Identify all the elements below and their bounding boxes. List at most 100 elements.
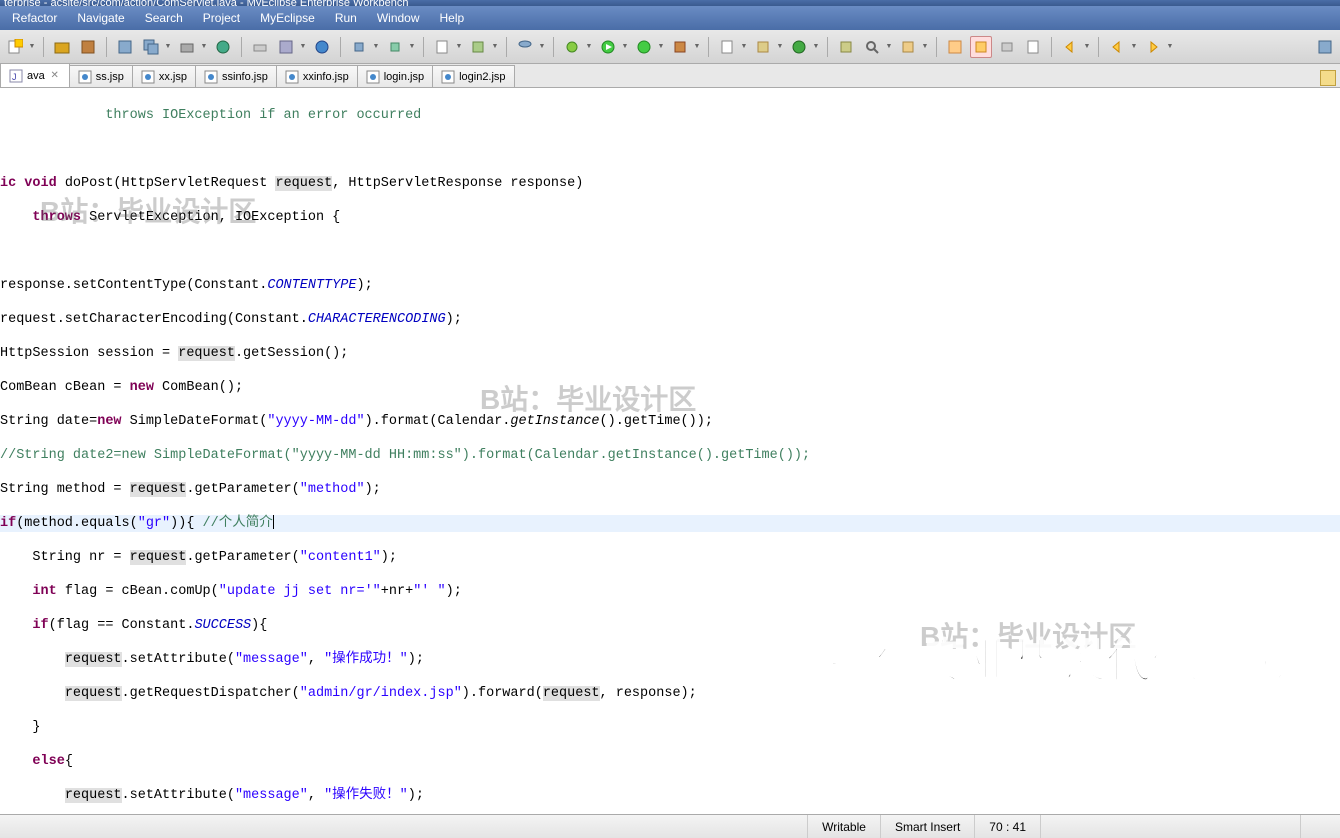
- chevron-down-icon[interactable]: ▼: [812, 36, 820, 58]
- toggle-block-icon[interactable]: [970, 36, 992, 58]
- menu-project[interactable]: Project: [193, 11, 250, 25]
- tab-java[interactable]: J ava ✕: [0, 63, 70, 87]
- editor-tab-bar: J ava ✕ ss.jsp xx.jsp ssinfo.jsp xxinfo.…: [0, 64, 1340, 88]
- deploy-icon[interactable]: [275, 36, 297, 58]
- toolbar-separator: [708, 37, 709, 57]
- menu-bar: Refactor Navigate Search Project MyEclip…: [0, 6, 1340, 30]
- chevron-down-icon[interactable]: ▼: [538, 36, 546, 58]
- new-package-icon[interactable]: [752, 36, 774, 58]
- jsp-file-icon: [78, 70, 92, 84]
- jsp-file-icon: [441, 70, 455, 84]
- external-tools-icon[interactable]: [669, 36, 691, 58]
- browser-icon[interactable]: [311, 36, 333, 58]
- toolbar-separator: [43, 37, 44, 57]
- xml-icon[interactable]: [431, 36, 453, 58]
- chevron-down-icon[interactable]: ▼: [921, 36, 929, 58]
- toolbar-separator: [423, 37, 424, 57]
- tab-login2-jsp[interactable]: login2.jsp: [432, 65, 514, 87]
- new-java-icon[interactable]: [716, 36, 738, 58]
- perspective-icon[interactable]: [1314, 36, 1336, 58]
- run-last-icon[interactable]: [633, 36, 655, 58]
- tab-login-jsp[interactable]: login.jsp: [357, 65, 433, 87]
- jsp-file-icon: [141, 70, 155, 84]
- open-type-icon[interactable]: [835, 36, 857, 58]
- menu-navigate[interactable]: Navigate: [67, 11, 134, 25]
- chevron-down-icon[interactable]: ▼: [693, 36, 701, 58]
- menu-search[interactable]: Search: [135, 11, 193, 25]
- config-icon[interactable]: [467, 36, 489, 58]
- toolbar-separator: [106, 37, 107, 57]
- chevron-down-icon[interactable]: ▼: [585, 36, 593, 58]
- server-icon[interactable]: [249, 36, 271, 58]
- status-empty: [1040, 815, 1300, 838]
- jsp-file-icon: [366, 70, 380, 84]
- chevron-down-icon[interactable]: ▼: [885, 36, 893, 58]
- chevron-down-icon[interactable]: ▼: [372, 36, 380, 58]
- chevron-down-icon[interactable]: ▼: [776, 36, 784, 58]
- tab-label: login.jsp: [384, 71, 424, 83]
- window-title: terprise - acsite/src/com/action/ComServ…: [4, 0, 409, 6]
- tab-ssinfo-jsp[interactable]: ssinfo.jsp: [195, 65, 277, 87]
- toggle-whitespace-icon[interactable]: [996, 36, 1018, 58]
- debug-icon[interactable]: [561, 36, 583, 58]
- new-class-icon[interactable]: [788, 36, 810, 58]
- chevron-down-icon[interactable]: ▼: [657, 36, 665, 58]
- back-icon[interactable]: [1059, 36, 1081, 58]
- chevron-down-icon[interactable]: ▼: [1130, 36, 1138, 58]
- toolbar-separator: [1098, 37, 1099, 57]
- maximize-icon[interactable]: [1320, 70, 1336, 86]
- toolbar-separator: [936, 37, 937, 57]
- code-editor[interactable]: throws IOException if an error occurred …: [0, 88, 1340, 816]
- tab-label: xxinfo.jsp: [303, 71, 349, 83]
- tab-label: ava: [27, 70, 45, 82]
- toolbar-separator: [340, 37, 341, 57]
- menu-window[interactable]: Window: [367, 11, 430, 25]
- toggle-mark-icon[interactable]: [1022, 36, 1044, 58]
- tool-icon[interactable]: [384, 36, 406, 58]
- main-toolbar: ▼ ▼ ▼ ▼ ▼ ▼ ▼ ▼ ▼ ▼ ▼ ▼ ▼ ▼ ▼ ▼ ▼ ▼ ▼: [0, 30, 1340, 64]
- publish-icon[interactable]: [212, 36, 234, 58]
- chevron-down-icon[interactable]: ▼: [28, 36, 36, 58]
- nav-forward-icon[interactable]: [1142, 36, 1164, 58]
- jsp-file-icon: [285, 70, 299, 84]
- menu-run[interactable]: Run: [325, 11, 367, 25]
- annotation-icon[interactable]: [897, 36, 919, 58]
- menu-help[interactable]: Help: [430, 11, 475, 25]
- open-project-icon[interactable]: [51, 36, 73, 58]
- code-line: throws IOException if an error occurred: [0, 108, 421, 123]
- chevron-down-icon[interactable]: ▼: [164, 36, 172, 58]
- chevron-down-icon[interactable]: ▼: [455, 36, 463, 58]
- nav-back-icon[interactable]: [1106, 36, 1128, 58]
- chevron-down-icon[interactable]: ▼: [1166, 36, 1174, 58]
- chevron-down-icon[interactable]: ▼: [621, 36, 629, 58]
- close-icon[interactable]: ✕: [49, 70, 61, 82]
- new-icon[interactable]: [4, 36, 26, 58]
- print-icon[interactable]: [176, 36, 198, 58]
- chevron-down-icon[interactable]: ▼: [408, 36, 416, 58]
- chevron-down-icon[interactable]: ▼: [200, 36, 208, 58]
- tab-xx-jsp[interactable]: xx.jsp: [132, 65, 196, 87]
- chevron-down-icon[interactable]: ▼: [299, 36, 307, 58]
- status-insert-mode: Smart Insert: [880, 815, 974, 838]
- tab-label: login2.jsp: [459, 71, 505, 83]
- status-trim[interactable]: [1300, 815, 1340, 838]
- toolbar-separator: [553, 37, 554, 57]
- save-icon[interactable]: [114, 36, 136, 58]
- tool-icon[interactable]: [348, 36, 370, 58]
- package-icon[interactable]: [77, 36, 99, 58]
- status-writable: Writable: [807, 815, 880, 838]
- menu-refactor[interactable]: Refactor: [2, 11, 67, 25]
- jsp-file-icon: [204, 70, 218, 84]
- tab-ss-jsp[interactable]: ss.jsp: [69, 65, 133, 87]
- chevron-down-icon[interactable]: ▼: [740, 36, 748, 58]
- toolbar-separator: [827, 37, 828, 57]
- run-icon[interactable]: [597, 36, 619, 58]
- database-icon[interactable]: [514, 36, 536, 58]
- save-all-icon[interactable]: [140, 36, 162, 58]
- chevron-down-icon[interactable]: ▼: [491, 36, 499, 58]
- chevron-down-icon[interactable]: ▼: [1083, 36, 1091, 58]
- menu-myeclipse[interactable]: MyEclipse: [250, 11, 325, 25]
- search-icon[interactable]: [861, 36, 883, 58]
- tab-xxinfo-jsp[interactable]: xxinfo.jsp: [276, 65, 358, 87]
- toggle-marks-icon[interactable]: [944, 36, 966, 58]
